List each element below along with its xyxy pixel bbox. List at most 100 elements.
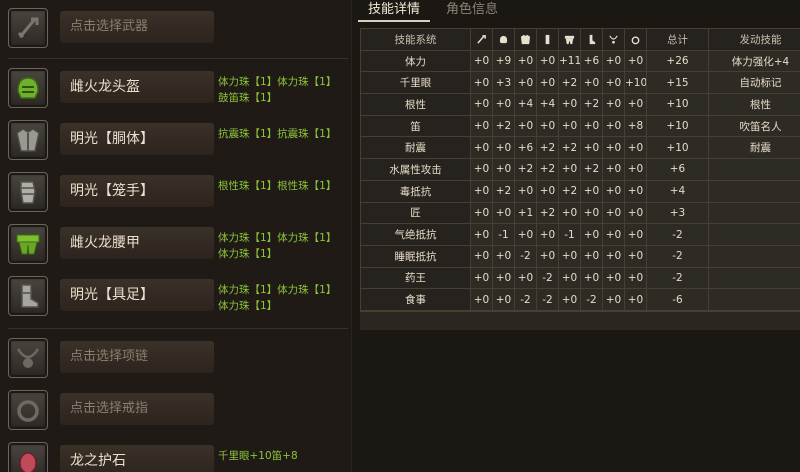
skill-total-cell: +26 (646, 49, 709, 73)
skill-point-cell: +0 (536, 71, 559, 95)
skill-point-cell: +6 (514, 136, 537, 160)
skill-point-cell: +0 (536, 49, 559, 73)
arms-slot[interactable]: 明光【笼手】 根性珠【1】根性珠【1】 (8, 172, 348, 218)
arms-armor-name[interactable]: 明光【笼手】 (60, 175, 214, 207)
skill-point-cell: +0 (558, 266, 581, 290)
active-skill-cell (708, 244, 800, 268)
skill-point-cell: +0 (514, 49, 537, 73)
charm-slot[interactable]: 龙之护石 千里眼+10笛+8 (8, 442, 348, 472)
table-row: 千里眼 +0 +3 +0 +0 +2 +0 +0 +10 +15 自动标记 (360, 71, 800, 95)
skill-point-cell: +0 (470, 71, 493, 95)
skill-point-cell: +0 (558, 114, 581, 138)
skill-point-cell: +0 (624, 49, 647, 73)
skill-total-cell: +3 (646, 201, 709, 225)
legs-armor-name[interactable]: 明光【具足】 (60, 279, 214, 311)
tab-character-info[interactable]: 角色信息 (436, 0, 508, 22)
table-header-row: 技能系统 总计 发动技能 (360, 28, 800, 51)
waist-armor-name[interactable]: 雌火龙腰甲 (60, 227, 214, 259)
skill-total-cell: +10 (646, 114, 709, 138)
tab-bar: 技能详情 角色信息 (358, 0, 800, 22)
skill-total-cell: -2 (646, 223, 709, 246)
skill-point-cell: +0 (492, 136, 515, 160)
charm-icon (19, 452, 37, 472)
skill-name-cell: 耐震 (360, 136, 471, 160)
skill-point-cell: +0 (492, 93, 515, 116)
skill-point-cell: +0 (602, 49, 625, 73)
charm-name[interactable]: 龙之护石 (60, 445, 214, 472)
skill-total-cell: -6 (646, 288, 709, 311)
active-skill-cell: 吹笛名人 (708, 114, 800, 138)
weapon-slot[interactable]: 点击选择武器 (8, 8, 348, 54)
head-armor-name[interactable]: 雌火龙头盔 (60, 71, 214, 103)
skill-point-cell: +8 (624, 114, 647, 138)
table-row: 匠 +0 +0 +1 +2 +0 +0 +0 +0 +3 (360, 201, 800, 225)
header-waist (558, 28, 581, 51)
necklace-icon (16, 348, 40, 368)
skill-point-cell: +2 (536, 158, 559, 181)
header-helmet (492, 28, 515, 51)
active-skill-cell (708, 288, 800, 311)
active-skill-cell: 自动标记 (708, 71, 800, 95)
chest-armor-name[interactable]: 明光【胴体】 (60, 123, 214, 155)
weapon-select-button[interactable]: 点击选择武器 (60, 11, 214, 43)
waist-icon (16, 234, 40, 255)
skill-point-cell: -1 (558, 223, 581, 246)
weapon-icon (17, 17, 39, 39)
tab-skill-details[interactable]: 技能详情 (358, 0, 430, 22)
skill-name-cell: 气绝抵抗 (360, 223, 471, 246)
skill-point-cell: +0 (514, 114, 537, 138)
table-row: 水属性攻击 +0 +0 +2 +2 +0 +2 +0 +0 +6 (360, 158, 800, 181)
skill-point-cell: +2 (580, 93, 603, 116)
skill-point-cell: +2 (580, 158, 603, 181)
active-skill-cell: 根性 (708, 93, 800, 116)
active-skill-cell (708, 158, 800, 181)
chest-icon (16, 128, 40, 152)
skill-point-cell: +0 (624, 266, 647, 290)
necklace-slot[interactable]: 点击选择项链 (8, 338, 348, 384)
chest-slot[interactable]: 明光【胴体】 抗震珠【1】抗震珠【1】 (8, 120, 348, 166)
skill-point-cell: +0 (536, 223, 559, 246)
skill-point-cell: +0 (602, 201, 625, 225)
skill-point-cell: +0 (536, 114, 559, 138)
skill-point-cell: +0 (624, 179, 647, 203)
skill-point-cell: +2 (514, 158, 537, 181)
header-legs (580, 28, 603, 51)
helmet-icon (17, 77, 39, 99)
skill-point-cell: +2 (492, 179, 515, 203)
skill-point-cell: +0 (580, 223, 603, 246)
skill-point-cell: +0 (514, 71, 537, 95)
legs-icon (589, 34, 596, 44)
table-footer (360, 311, 800, 330)
waist-slot-icon (8, 224, 48, 264)
legs-icon (21, 284, 39, 308)
chest-jewels: 抗震珠【1】抗震珠【1】 (218, 128, 337, 140)
header-necklace (602, 28, 625, 51)
skill-name-cell: 匠 (360, 201, 471, 225)
skill-point-cell: +2 (536, 201, 559, 225)
skill-point-cell: +0 (602, 71, 625, 95)
ring-select-button[interactable]: 点击选择戒指 (60, 393, 214, 425)
active-skill-cell (708, 179, 800, 203)
waist-slot[interactable]: 雌火龙腰甲 体力珠【1】体力珠【1】 体力珠【1】 (8, 224, 348, 270)
skill-point-cell: +0 (624, 288, 647, 311)
chest-slot-icon (8, 120, 48, 160)
skill-point-cell: -2 (536, 288, 559, 311)
skill-point-cell: +0 (602, 288, 625, 311)
skill-total-cell: -2 (646, 244, 709, 268)
legs-slot[interactable]: 明光【具足】 体力珠【1】体力珠【1】 体力珠【1】 (8, 276, 348, 322)
skill-name-cell: 睡眠抵抗 (360, 244, 471, 268)
skill-point-cell: +0 (602, 223, 625, 246)
skill-point-cell: +0 (602, 158, 625, 181)
active-skill-cell (708, 223, 800, 246)
ring-icon (17, 400, 39, 422)
skill-name-cell: 药王 (360, 266, 471, 290)
ring-slot[interactable]: 点击选择戒指 (8, 390, 348, 436)
necklace-select-button[interactable]: 点击选择项链 (60, 341, 214, 373)
skill-point-cell: +0 (536, 244, 559, 268)
skill-total-cell: +10 (646, 136, 709, 160)
skill-point-cell: +2 (492, 114, 515, 138)
ring-icon (631, 36, 640, 45)
skill-point-cell: -2 (536, 266, 559, 290)
head-slot[interactable]: 雌火龙头盔 体力珠【1】体力珠【1】 鼓笛珠【1】 (8, 68, 348, 114)
arms-jewels: 根性珠【1】根性珠【1】 (218, 180, 337, 192)
